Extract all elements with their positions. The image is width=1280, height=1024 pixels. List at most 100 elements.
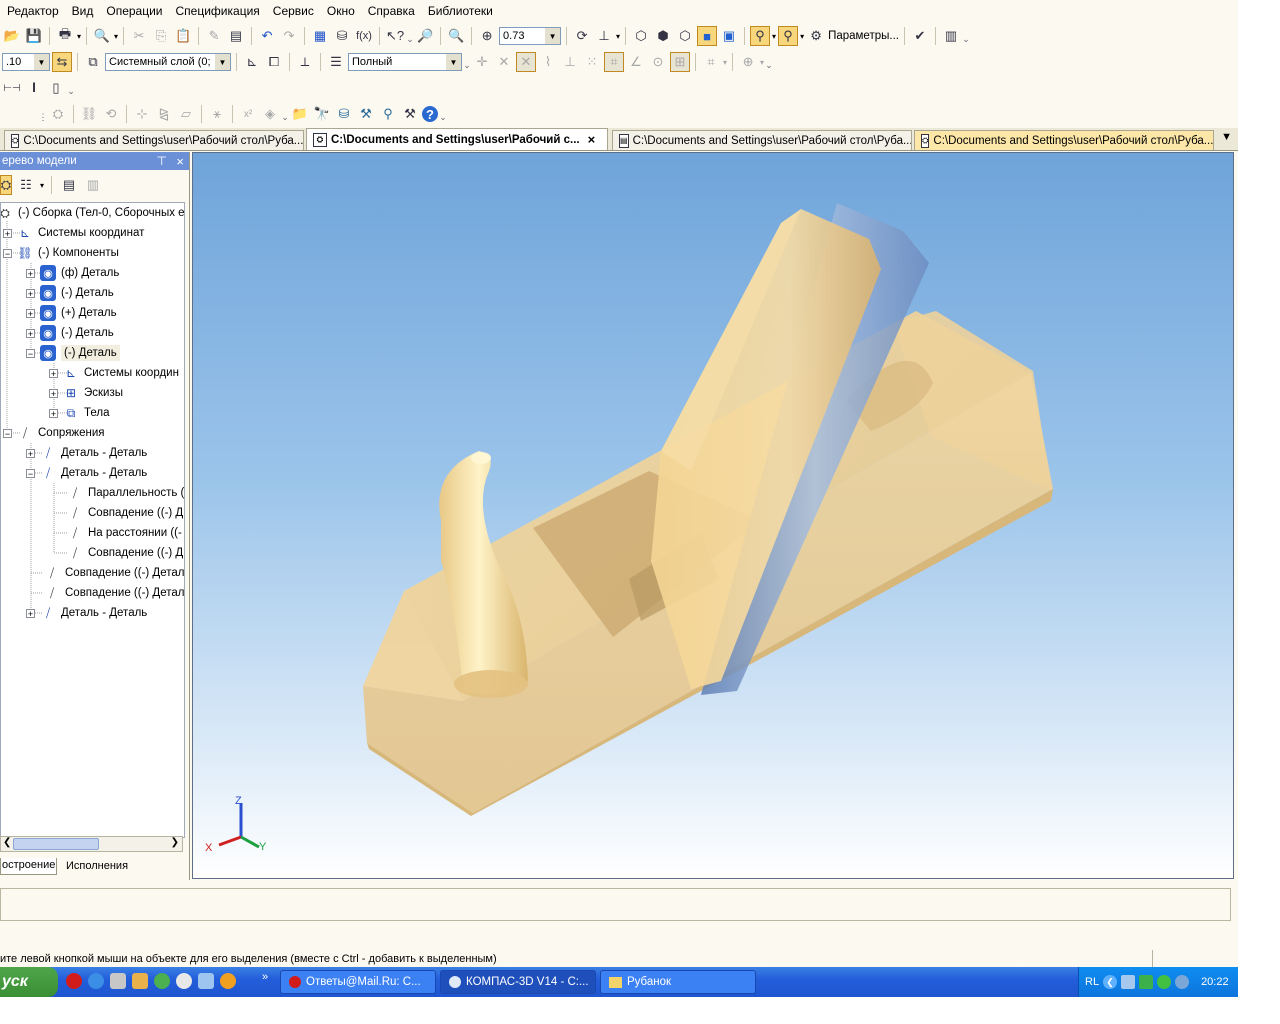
parameters-button[interactable]: Параметры... — [828, 30, 899, 42]
dimension-icon[interactable]: ⊢⊣ — [2, 78, 22, 98]
tree-item-assembly[interactable]: ⛭ (-) Сборка (Тел-0, Сборочных е — [1, 203, 184, 223]
media-icon[interactable] — [176, 973, 192, 989]
model-viewport[interactable]: Z X Y — [192, 152, 1234, 879]
shaded-edges-icon[interactable]: ▣ — [719, 26, 739, 46]
tree-item-mate-group[interactable]: − ⧸ Деталь - Деталь — [26, 463, 147, 483]
tree-item-part[interactable]: + ◉ (ф) Деталь — [26, 263, 119, 283]
style-combo[interactable]: Полный ▼ — [348, 53, 462, 71]
snap-center-icon[interactable]: ⊙ — [648, 52, 668, 72]
scroll-thumb[interactable] — [13, 838, 99, 850]
rotate-component-icon[interactable]: ⟲ — [101, 104, 121, 124]
tree-item-mate[interactable]: ⧸ Совпадение ((-) Д — [67, 543, 183, 563]
toolbar-grip-icon[interactable]: ⌄ — [765, 53, 773, 71]
open-folder-icon[interactable]: 📁 — [290, 104, 310, 124]
open-icon[interactable]: 📂 — [2, 26, 22, 46]
snap-icon[interactable]: ⇆ — [52, 52, 72, 72]
print-icon[interactable]: 🖶 — [55, 26, 75, 46]
movie-icon[interactable] — [110, 973, 126, 989]
redo-icon[interactable]: ↷ — [279, 26, 299, 46]
snap-middle-icon[interactable]: ⌗ — [604, 52, 624, 72]
snap-angle-icon[interactable]: ∠ — [626, 52, 646, 72]
close-icon[interactable]: × — [176, 154, 184, 169]
expand-icon[interactable]: + — [49, 388, 58, 398]
menu-item-help[interactable]: Справка — [361, 0, 421, 18]
snap-tangent-icon[interactable]: ⌇ — [538, 52, 558, 72]
tree-item-part-selected[interactable]: − ◉ (-) Деталь — [26, 343, 120, 363]
snap-point-icon[interactable]: ✛ — [472, 52, 492, 72]
task-kompas[interactable]: КОМПАС-3D V14 - C:... — [440, 970, 596, 994]
expand-icon[interactable]: + — [3, 228, 12, 238]
round-dropdown-icon[interactable]: ▾ — [760, 58, 764, 67]
axis-icon[interactable]: ⚹ — [207, 104, 227, 124]
expand-icon[interactable]: + — [49, 408, 58, 418]
copy-icon[interactable]: ⎘ — [151, 26, 171, 46]
paste-icon[interactable]: 📋 — [173, 26, 193, 46]
shell-icon[interactable] — [132, 973, 148, 989]
variables-icon[interactable]: f(x) — [354, 26, 374, 46]
property-bar[interactable] — [0, 888, 1231, 921]
tools-library-icon[interactable]: ⚒ — [356, 104, 376, 124]
menu-item-specification[interactable]: Спецификация — [169, 0, 266, 18]
mail-agent-icon[interactable] — [220, 973, 236, 989]
toolbar-grip-icon[interactable]: ⌄ — [962, 27, 970, 45]
menu-item-operations[interactable]: Операции — [99, 0, 168, 18]
move-component-icon[interactable]: ⛓ — [79, 104, 99, 124]
menu-item-editor[interactable]: Редактор — [0, 0, 65, 18]
scroll-right-icon[interactable]: ❯ — [171, 837, 179, 848]
opera-icon[interactable] — [66, 973, 82, 989]
style-icon[interactable]: ☰ — [326, 52, 346, 72]
skype-icon[interactable] — [1175, 975, 1190, 989]
measure-dropdown-icon[interactable]: ▾ — [723, 58, 727, 67]
tree-item-mate[interactable]: ⧸ Совпадение ((-) Д — [67, 503, 183, 523]
plane-model[interactable] — [193, 153, 1234, 879]
chevron-down-icon[interactable]: ▼ — [446, 54, 461, 70]
line-scale-combo[interactable]: .10 ▼ — [2, 53, 50, 71]
toolbar-grip-icon[interactable]: ⌄ — [281, 105, 289, 123]
menu-item-window[interactable]: Окно — [320, 0, 361, 18]
help-pointer-icon[interactable]: ↖? — [385, 26, 405, 46]
task-mail-ru[interactable]: Ответы@Mail.Ru: С... — [280, 970, 436, 994]
thin-lines-icon[interactable]: ⬡ — [675, 26, 695, 46]
toolbar-grip-icon[interactable]: ⌄ — [439, 105, 447, 123]
layer-combo[interactable]: Системный слой (0; ▼ — [105, 53, 231, 71]
chevron-down-icon[interactable]: ▼ — [215, 54, 230, 70]
round-icon[interactable]: ⊕ — [738, 52, 758, 72]
properties-icon[interactable]: ▤ — [226, 26, 246, 46]
tab-build[interactable]: остроение — [0, 858, 57, 875]
toolbar-grip-icon[interactable]: ⌄ — [406, 27, 414, 45]
tree-mode-icon[interactable]: ⛭ — [0, 175, 12, 195]
snap-nearest-icon[interactable]: ✕ — [494, 52, 514, 72]
settings-tools-icon[interactable]: ⚒ — [400, 104, 420, 124]
tree-item-mate-group[interactable]: + ⧸ Деталь - Деталь — [26, 603, 147, 623]
zoom-combo[interactable]: 0.73 ▼ — [499, 27, 562, 45]
array-icon[interactable]: ⊹ — [132, 104, 152, 124]
tree-filter-icon[interactable]: ▥ — [83, 175, 103, 195]
format-painter-icon[interactable]: ✎ — [204, 26, 224, 46]
expand-icon[interactable]: + — [49, 368, 58, 378]
library-icon[interactable]: ⛁ — [332, 26, 352, 46]
tree-item-mate[interactable]: ⧸ Совпадение ((-) Детал — [44, 563, 184, 583]
library-manager-icon[interactable]: ⛁ — [334, 104, 354, 124]
explorer-icon[interactable] — [198, 973, 214, 989]
filter-components-icon[interactable]: ⚲ — [750, 26, 771, 46]
mirror-icon[interactable]: ⧎ — [154, 104, 174, 124]
chevron-down-icon[interactable]: ▼ — [545, 28, 561, 44]
rotate-icon[interactable]: ⟳ — [572, 26, 592, 46]
pin-icon[interactable]: ⊤ — [157, 154, 167, 168]
local-cs-icon[interactable]: ⊾ — [242, 52, 262, 72]
save-icon[interactable]: 💾 — [24, 26, 44, 46]
add-component-icon[interactable]: ⛭ — [48, 104, 68, 124]
tree-item-part[interactable]: + ◉ (+) Деталь — [26, 303, 117, 323]
preview-icon[interactable]: 🔍 — [92, 26, 112, 46]
help-icon[interactable]: ? — [422, 106, 438, 122]
menu-item-libraries[interactable]: Библиотеки — [421, 0, 499, 18]
security-icon[interactable] — [1139, 975, 1154, 989]
tree-item-coordinate-systems[interactable]: + ⊾ Системы координ — [49, 363, 179, 383]
chrome-icon[interactable] — [154, 973, 170, 989]
select-dropdown-icon[interactable]: ▾ — [800, 32, 804, 41]
preview-dropdown-icon[interactable]: ▾ — [114, 32, 118, 41]
sheet-icon[interactable]: ▯ — [46, 78, 66, 98]
expand-icon[interactable]: + — [26, 308, 35, 318]
task-folder[interactable]: Рубанок — [600, 970, 756, 994]
pin-icon[interactable]: ⚲ — [378, 104, 398, 124]
